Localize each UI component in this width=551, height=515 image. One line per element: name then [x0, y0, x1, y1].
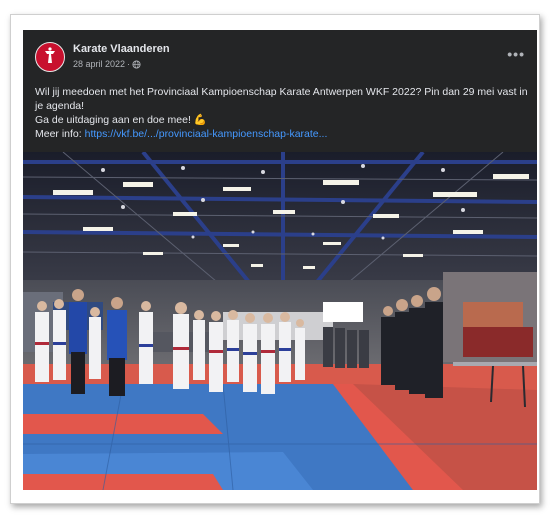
post-header: Karate Vlaanderen 28 april 2022 · •••	[23, 30, 537, 80]
photo-illustration	[23, 152, 537, 490]
post-text: Wil jij meedoen met het Provinciaal Kamp…	[35, 85, 529, 141]
karate-logo-icon	[45, 47, 55, 63]
facebook-post: Karate Vlaanderen 28 april 2022 · ••• Wil…	[23, 30, 537, 490]
post-text-line-2: Ga de uitdaging aan en doe mee! 💪	[35, 114, 207, 126]
post-link[interactable]: https://vkf.be/.../provinciaal-kampioens…	[85, 128, 328, 140]
post-text-line-3: Meer info: https://vkf.be/.../provinciaa…	[35, 127, 529, 141]
sports-hall-photo[interactable]	[23, 152, 537, 490]
more-options-icon[interactable]: •••	[507, 46, 525, 62]
post-text-line-1: Wil jij meedoen met het Provinciaal Kamp…	[35, 86, 528, 112]
post-date[interactable]: 28 april 2022	[73, 59, 125, 69]
more-info-label: Meer info:	[35, 128, 85, 140]
page-avatar[interactable]	[35, 42, 65, 72]
meta-separator: ·	[127, 59, 131, 69]
post-meta: 28 april 2022 ·	[73, 59, 141, 69]
page-name[interactable]: Karate Vlaanderen	[73, 43, 170, 55]
globe-icon[interactable]	[132, 60, 141, 69]
